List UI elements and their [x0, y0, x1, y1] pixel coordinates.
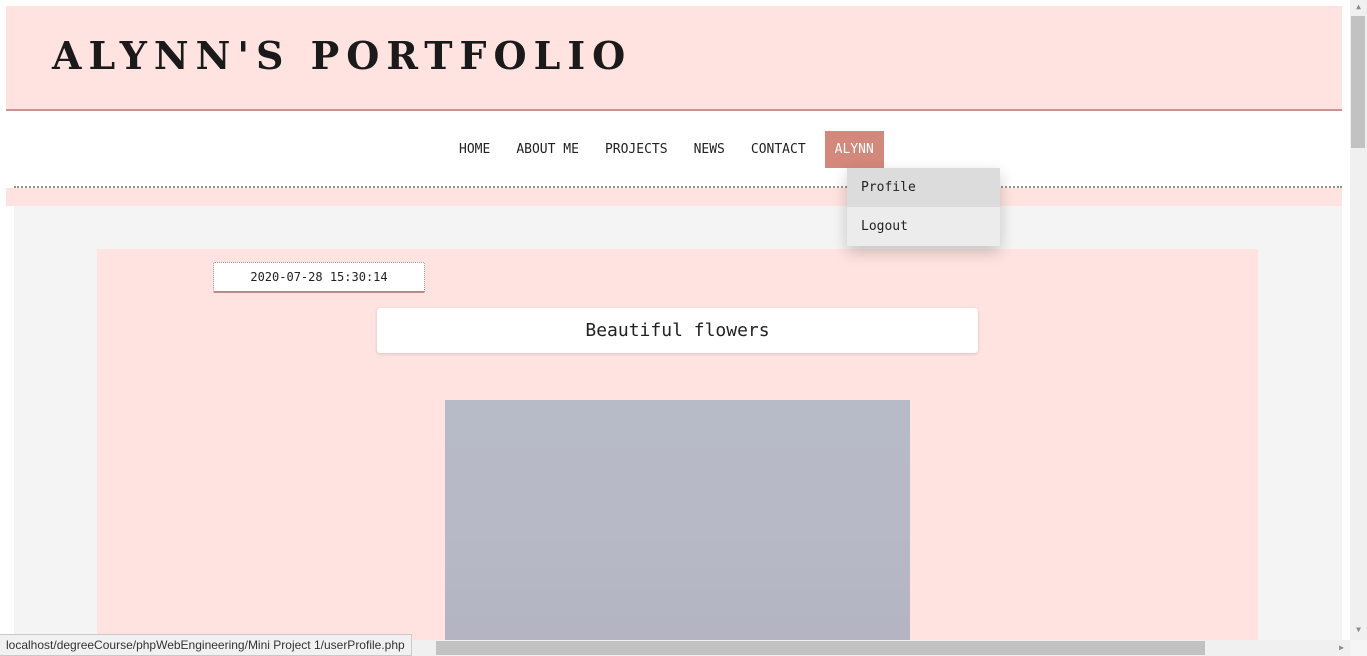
post-title: Beautiful flowers [377, 308, 978, 353]
nav-projects-link[interactable]: PROJECTS [592, 131, 681, 168]
user-dropdown-menu: Profile Logout [847, 168, 1000, 246]
site-header: ALYNN'S PORTFOLIO [6, 6, 1342, 111]
post-date: 2020-07-28 15:30:14 [213, 262, 425, 293]
scroll-right-arrow-icon[interactable]: ▶ [1333, 640, 1350, 656]
dropdown-logout-item[interactable]: Logout [847, 207, 1000, 246]
scroll-down-arrow-icon[interactable]: ▼ [1350, 623, 1367, 637]
dropdown-profile-item[interactable]: Profile [847, 168, 1000, 207]
page-viewport: ALYNN'S PORTFOLIO HOME ABOUT ME PROJECTS… [0, 0, 1350, 640]
nav-home-link[interactable]: HOME [446, 131, 503, 168]
status-bar-url: localhost/degreeCourse/phpWebEngineering… [0, 634, 412, 656]
scroll-up-arrow-icon[interactable]: ▲ [1350, 0, 1367, 14]
header-divider-strip [6, 188, 1342, 206]
vertical-scrollbar[interactable]: ▲ ▼ [1350, 0, 1367, 640]
post-image [445, 400, 910, 640]
site-title: ALYNN'S PORTFOLIO [52, 33, 633, 78]
nav-user-menu-button[interactable]: ALYNN [824, 131, 884, 168]
horizontal-scroll-thumb[interactable] [436, 641, 1205, 655]
nav-news-link[interactable]: NEWS [681, 131, 738, 168]
nav-about-link[interactable]: ABOUT ME [503, 131, 592, 168]
nav-list: HOME ABOUT ME PROJECTS NEWS CONTACT ALYN… [446, 131, 884, 168]
nav-contact-link[interactable]: CONTACT [738, 131, 819, 168]
navbar: HOME ABOUT ME PROJECTS NEWS CONTACT ALYN… [14, 112, 1342, 188]
vertical-scroll-thumb[interactable] [1351, 16, 1365, 148]
